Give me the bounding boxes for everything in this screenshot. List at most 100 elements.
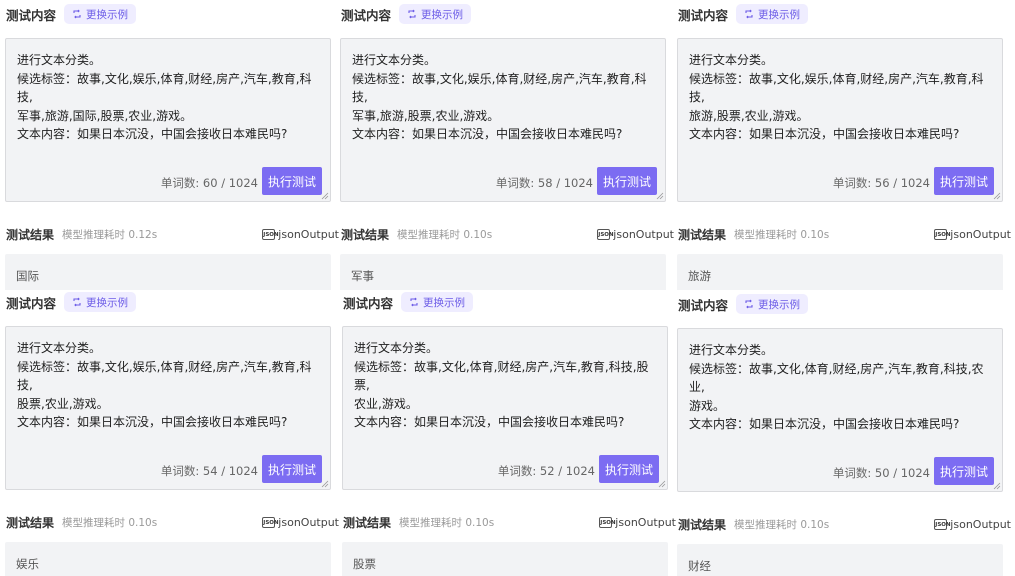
run-test-button[interactable]: 执行测试 — [599, 455, 659, 483]
prompt-text[interactable]: 进行文本分类。 候选标签：故事,文化,体育,财经,房产,汽车,教育,科技,农业,… — [689, 341, 992, 434]
inference-time: 模型推理耗时 0.12s — [62, 228, 158, 241]
result-box: 财经 — [677, 544, 1003, 576]
result-box: 娱乐 — [5, 542, 331, 576]
json-output-toggle[interactable]: JSON jsonOutput — [934, 224, 1011, 244]
prompt-text[interactable]: 进行文本分类。 候选标签：故事,文化,娱乐,体育,财经,房产,汽车,教育,科技,… — [689, 51, 992, 144]
resize-handle-icon[interactable] — [993, 192, 1001, 200]
swap-example-label: 更换示例 — [86, 296, 129, 309]
word-count: 单词数: 58 / 1024 — [495, 176, 593, 190]
panel-header: 测试内容 更换示例 — [672, 292, 809, 316]
swap-icon — [408, 9, 416, 19]
swap-example-button[interactable]: 更换示例 — [399, 4, 472, 24]
result-title: 测试结果 — [6, 227, 55, 242]
result-value: 国际 — [16, 269, 39, 283]
run-test-button[interactable]: 执行测试 — [934, 167, 994, 195]
result-box: 军事 — [340, 254, 666, 290]
json-output-label: jsonOutput — [278, 227, 339, 241]
json-icon: JSON — [262, 228, 279, 240]
panel-title: 测试内容 — [6, 295, 57, 311]
prompt-text[interactable]: 进行文本分类。 候选标签：故事,文化,体育,财经,房产,汽车,教育,科技,股票,… — [354, 339, 657, 432]
word-count: 单词数: 56 / 1024 — [832, 176, 930, 190]
swap-icon — [745, 299, 753, 309]
json-icon: JSON — [599, 516, 616, 528]
panel-header: 测试内容 更换示例 — [335, 2, 472, 26]
json-output-label: jsonOutput — [950, 517, 1011, 531]
inference-time: 模型推理耗时 0.10s — [397, 228, 493, 241]
json-output-label: jsonOutput — [950, 227, 1011, 241]
json-output-toggle[interactable]: JSON jsonOutput — [599, 512, 676, 532]
swap-example-button[interactable]: 更换示例 — [64, 4, 137, 24]
text-input[interactable]: 进行文本分类。 候选标签：故事,文化,娱乐,体育,财经,房产,汽车,教育,科技,… — [5, 326, 331, 490]
panel-title: 测试内容 — [343, 295, 394, 311]
run-test-button[interactable]: 执行测试 — [262, 455, 322, 483]
resize-handle-icon[interactable] — [658, 480, 666, 488]
result-header: 测试结果 模型推理耗时 0.12s JSON jsonOutput — [0, 224, 339, 244]
swap-icon — [73, 9, 81, 19]
inference-time: 模型推理耗时 0.10s — [734, 518, 830, 531]
swap-example-button[interactable]: 更换示例 — [736, 4, 809, 24]
panel-header: 测试内容 更换示例 — [672, 2, 809, 26]
swap-example-button[interactable]: 更换示例 — [64, 292, 137, 312]
json-icon: JSON — [597, 228, 614, 240]
inference-time: 模型推理耗时 0.10s — [399, 516, 495, 529]
swap-example-label: 更换示例 — [421, 8, 464, 21]
swap-example-label: 更换示例 — [423, 296, 466, 309]
json-output-toggle[interactable]: JSON jsonOutput — [262, 224, 339, 244]
text-input[interactable]: 进行文本分类。 候选标签：故事,文化,体育,财经,房产,汽车,教育,科技,股票,… — [342, 326, 668, 490]
result-title: 测试结果 — [678, 227, 727, 242]
swap-icon — [745, 9, 753, 19]
prompt-text[interactable]: 进行文本分类。 候选标签：故事,文化,娱乐,体育,财经,房产,汽车,教育,科技,… — [17, 339, 320, 432]
result-header: 测试结果 模型推理耗时 0.10s JSON jsonOutput — [672, 514, 1011, 534]
prompt-text[interactable]: 进行文本分类。 候选标签：故事,文化,娱乐,体育,财经,房产,汽车,教育,科技,… — [352, 51, 655, 144]
swap-example-label: 更换示例 — [758, 8, 801, 21]
json-output-toggle[interactable]: JSON jsonOutput — [262, 512, 339, 532]
result-title: 测试结果 — [341, 227, 390, 242]
json-icon: JSON — [934, 228, 951, 240]
json-icon: JSON — [934, 518, 951, 530]
result-value: 娱乐 — [16, 557, 39, 571]
resize-handle-icon[interactable] — [656, 192, 664, 200]
text-input[interactable]: 进行文本分类。 候选标签：故事,文化,体育,财经,房产,汽车,教育,科技,农业,… — [677, 328, 1003, 492]
swap-example-label: 更换示例 — [758, 298, 801, 311]
result-value: 财经 — [688, 559, 711, 573]
panel-header: 测试内容 更换示例 — [0, 290, 137, 314]
resize-handle-icon[interactable] — [321, 480, 329, 488]
result-header: 测试结果 模型推理耗时 0.10s JSON jsonOutput — [0, 512, 339, 532]
result-box: 旅游 — [677, 254, 1003, 290]
text-input[interactable]: 进行文本分类。 候选标签：故事,文化,娱乐,体育,财经,房产,汽车,教育,科技,… — [677, 38, 1003, 202]
prompt-text[interactable]: 进行文本分类。 候选标签：故事,文化,娱乐,体育,财经,房产,汽车,教育,科技,… — [17, 51, 320, 144]
result-box: 国际 — [5, 254, 331, 290]
inference-time: 模型推理耗时 0.10s — [62, 516, 158, 529]
json-output-toggle[interactable]: JSON jsonOutput — [597, 224, 674, 244]
text-input[interactable]: 进行文本分类。 候选标签：故事,文化,娱乐,体育,财经,房产,汽车,教育,科技,… — [5, 38, 331, 202]
result-title: 测试结果 — [343, 515, 392, 530]
result-box: 股票 — [342, 542, 668, 576]
panel-title: 测试内容 — [678, 7, 729, 23]
result-value: 旅游 — [688, 269, 711, 283]
inference-time: 模型推理耗时 0.10s — [734, 228, 830, 241]
run-test-button[interactable]: 执行测试 — [934, 457, 994, 485]
panel-header: 测试内容 更换示例 — [0, 2, 137, 26]
run-test-button[interactable]: 执行测试 — [262, 167, 322, 195]
resize-handle-icon[interactable] — [993, 482, 1001, 490]
json-output-label: jsonOutput — [278, 515, 339, 529]
json-output-toggle[interactable]: JSON jsonOutput — [934, 514, 1011, 534]
result-header: 测试结果 模型推理耗时 0.10s JSON jsonOutput — [672, 224, 1011, 244]
result-value: 股票 — [353, 557, 376, 571]
text-input[interactable]: 进行文本分类。 候选标签：故事,文化,娱乐,体育,财经,房产,汽车,教育,科技,… — [340, 38, 666, 202]
result-header: 测试结果 模型推理耗时 0.10s JSON jsonOutput — [337, 512, 676, 532]
run-test-button[interactable]: 执行测试 — [597, 167, 657, 195]
result-title: 测试结果 — [678, 517, 727, 532]
swap-example-button[interactable]: 更换示例 — [736, 294, 809, 314]
swap-example-button[interactable]: 更换示例 — [401, 292, 474, 312]
json-output-label: jsonOutput — [615, 515, 676, 529]
word-count: 单词数: 60 / 1024 — [160, 176, 258, 190]
resize-handle-icon[interactable] — [321, 192, 329, 200]
result-header: 测试结果 模型推理耗时 0.10s JSON jsonOutput — [335, 224, 674, 244]
swap-icon — [410, 297, 418, 307]
json-icon: JSON — [262, 516, 279, 528]
panel-title: 测试内容 — [678, 297, 729, 313]
panel-header: 测试内容 更换示例 — [337, 290, 474, 314]
json-output-label: jsonOutput — [613, 227, 674, 241]
swap-icon — [73, 297, 81, 307]
